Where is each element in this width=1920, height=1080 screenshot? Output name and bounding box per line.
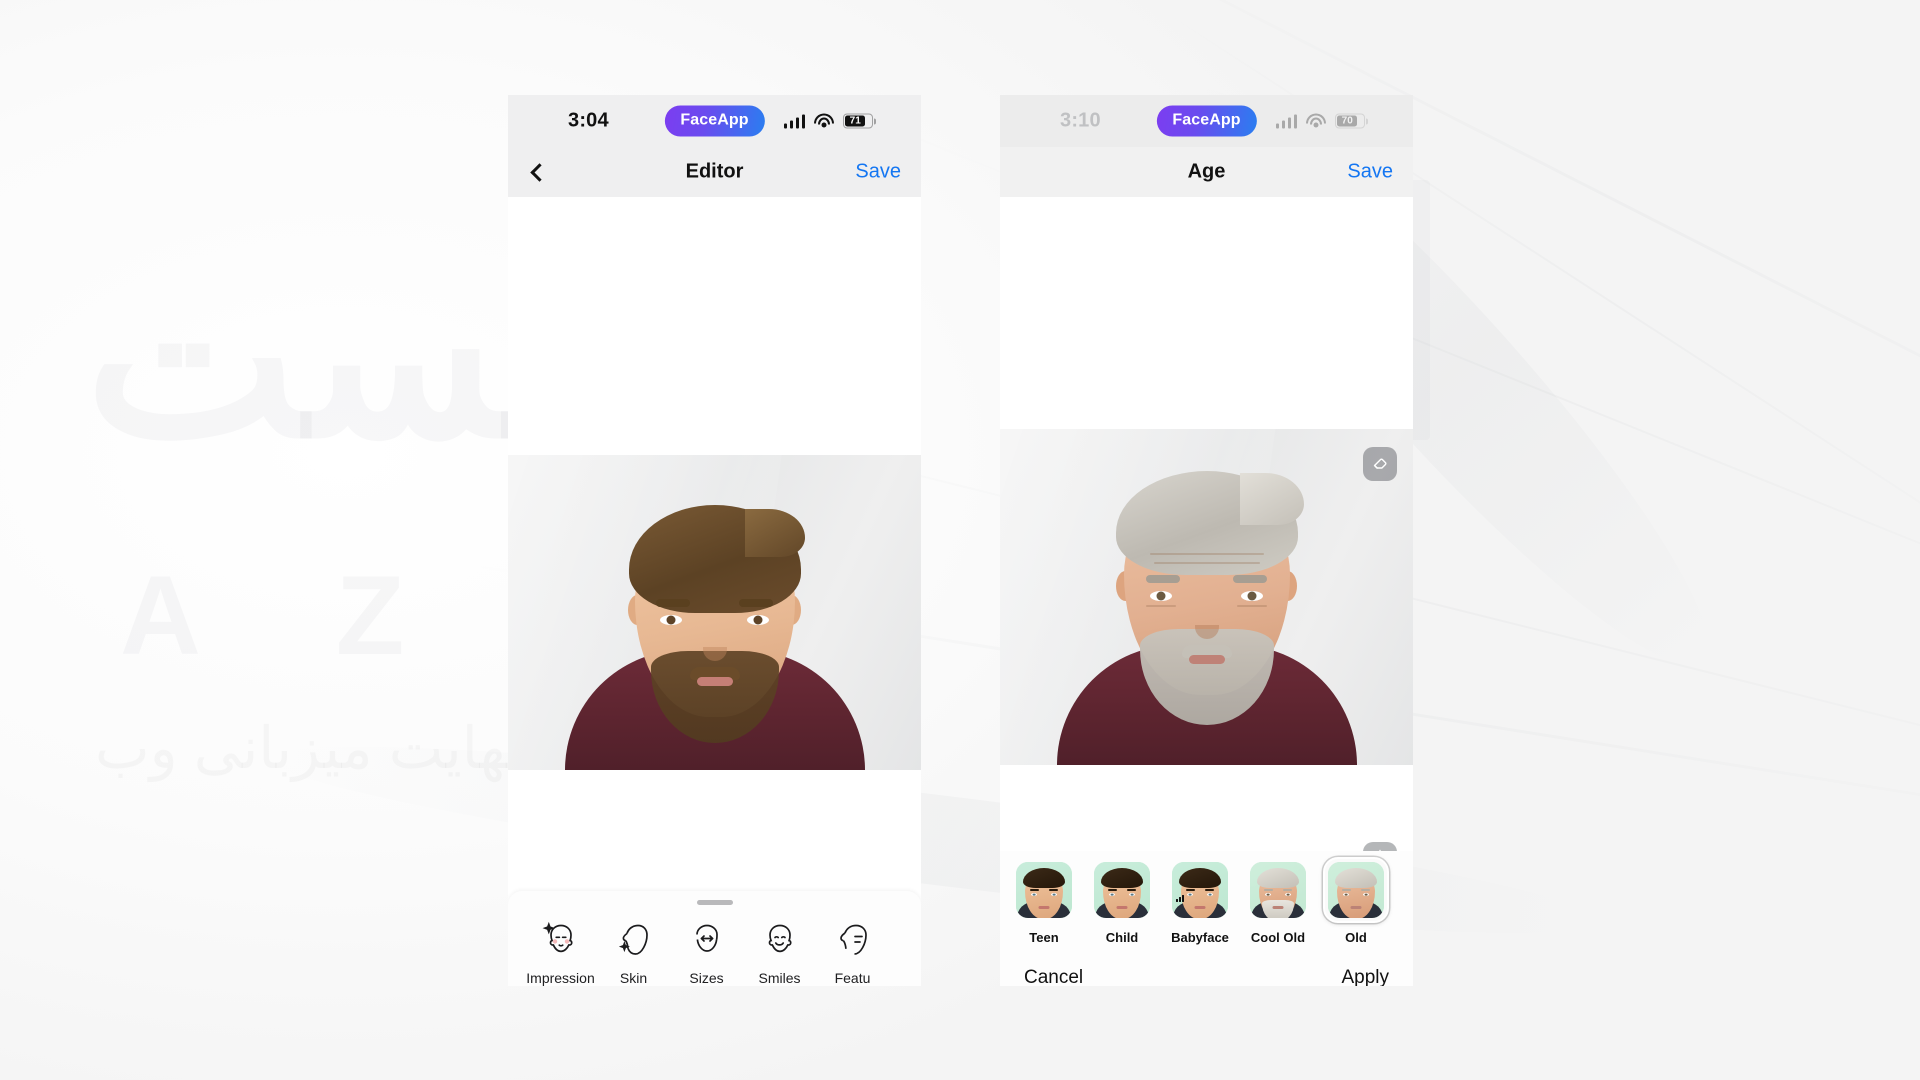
- status-time: 3:10: [1060, 109, 1101, 132]
- sheet-drag-handle[interactable]: [696, 900, 733, 905]
- tool-label: Skin: [619, 970, 648, 986]
- nav-bar-left: Editor Save: [508, 147, 921, 197]
- preset-thumbnail: [1094, 862, 1150, 918]
- portrait-photo-aged[interactable]: [1000, 429, 1413, 765]
- eraser-icon: [1370, 452, 1390, 477]
- preset-strip[interactable]: Teen Child Babyface Cool Old Old: [1000, 851, 1413, 945]
- tool-strip[interactable]: Impression Skin Sizes Smiles Featu: [508, 919, 921, 986]
- tool-impression[interactable]: Impression: [524, 919, 597, 986]
- battery-icon: 71: [843, 113, 873, 129]
- preset-label: Old: [1345, 930, 1367, 945]
- preset-thumbnail: [1328, 862, 1384, 918]
- eraser-button[interactable]: [1363, 447, 1397, 481]
- page-title-age: Age: [1187, 160, 1226, 183]
- preset-thumbnail: [1172, 862, 1228, 918]
- face-arrows-icon: [686, 919, 728, 961]
- signal-badge-icon: [1176, 895, 1184, 902]
- app-badge-faceapp[interactable]: FaceApp: [1156, 105, 1257, 137]
- battery-icon: 70: [1335, 113, 1365, 129]
- tool-smiles[interactable]: Smiles: [743, 919, 816, 986]
- preset-child[interactable]: Child: [1088, 857, 1156, 945]
- status-bar-right: 3:10 FaceApp 70: [1000, 95, 1413, 147]
- save-button-left[interactable]: Save: [855, 161, 901, 184]
- status-indicators: 71: [783, 113, 873, 129]
- face-smile-icon: [759, 919, 801, 961]
- cancel-button[interactable]: Cancel: [1024, 967, 1083, 986]
- phone-screen-age: 3:10 FaceApp 70 Age Save Teen Child Baby…: [1000, 95, 1413, 986]
- preset-thumbnail: [1016, 862, 1072, 918]
- face-features-icon: [832, 919, 874, 961]
- preset-old[interactable]: Old: [1322, 857, 1390, 945]
- editor-canvas-left: Impression Skin Sizes Smiles Featu: [508, 197, 921, 986]
- preset-label: Babyface: [1171, 930, 1229, 945]
- age-presets-sheet: Teen Child Babyface Cool Old Old Cancel …: [1000, 851, 1413, 986]
- page-title-editor: Editor: [685, 160, 744, 183]
- preset-cool-old[interactable]: Cool Old: [1244, 857, 1312, 945]
- preset-thumbnail: [1250, 862, 1306, 918]
- cellular-signal-icon: [1275, 114, 1297, 128]
- background-light-streaks: [0, 0, 1920, 1080]
- status-bar-left: 3:04 FaceApp 71: [508, 95, 921, 147]
- preset-label: Cool Old: [1250, 930, 1306, 945]
- action-row: Cancel Apply: [1000, 945, 1413, 986]
- face-sparkle-icon: [540, 919, 582, 961]
- tool-label: Featu: [834, 970, 871, 986]
- editor-canvas-right: Teen Child Babyface Cool Old Old Cancel …: [1000, 197, 1413, 986]
- chevron-left-icon[interactable]: [524, 159, 550, 185]
- tool-skin[interactable]: Skin: [597, 919, 670, 986]
- tool-label: Sizes: [689, 970, 724, 986]
- wifi-icon: [814, 113, 834, 129]
- tools-bottom-sheet: Impression Skin Sizes Smiles Featu: [508, 891, 921, 986]
- apply-button[interactable]: Apply: [1341, 967, 1389, 986]
- face-skin-icon: [613, 919, 655, 961]
- status-time: 3:04: [568, 109, 609, 132]
- preset-babyface[interactable]: Babyface: [1166, 857, 1234, 945]
- save-button-right[interactable]: Save: [1347, 161, 1393, 184]
- battery-level-label: 71: [849, 115, 861, 127]
- battery-level-label: 70: [1341, 115, 1353, 127]
- preset-label: Child: [1105, 930, 1139, 945]
- status-indicators: 70: [1275, 113, 1365, 129]
- wifi-icon: [1306, 113, 1326, 129]
- tool-label: Impression: [526, 970, 595, 986]
- tool-sizes[interactable]: Sizes: [670, 919, 743, 986]
- app-badge-faceapp[interactable]: FaceApp: [664, 105, 765, 137]
- portrait-photo-original[interactable]: [508, 455, 921, 770]
- phone-screen-editor: 3:04 FaceApp 71 Editor Save Impression S…: [508, 95, 921, 986]
- tool-features[interactable]: Featu: [816, 919, 889, 986]
- tool-label: Smiles: [758, 970, 801, 986]
- preset-label: Teen: [1029, 930, 1059, 945]
- cellular-signal-icon: [783, 114, 805, 128]
- preset-teen[interactable]: Teen: [1010, 857, 1078, 945]
- nav-bar-right: Age Save: [1000, 147, 1413, 197]
